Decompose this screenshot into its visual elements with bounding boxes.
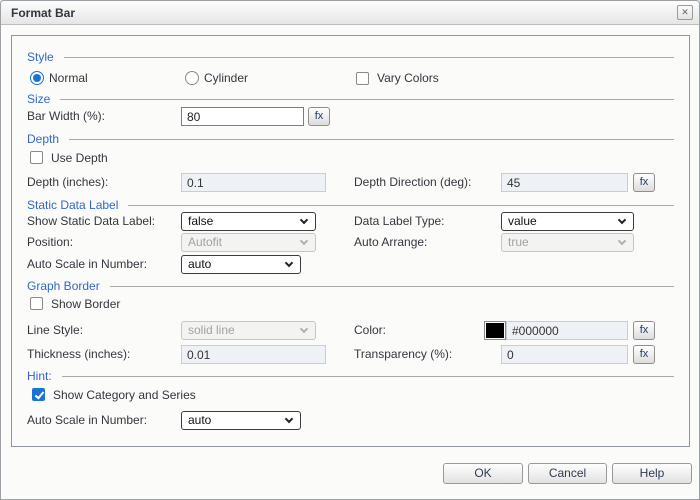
use-depth-label: Use Depth [51,151,108,165]
chevron-down-icon [617,215,627,225]
section-label: Graph Border [27,279,100,293]
bar-width-input[interactable] [181,107,304,126]
help-button[interactable]: Help [612,463,692,484]
radio-normal-label: Normal [49,71,88,85]
section-label: Depth [27,132,60,146]
position-label: Position: [27,235,74,249]
use-depth-checkbox[interactable] [30,151,43,164]
section-label: Size [27,92,51,106]
dialog-title: Format Bar [11,6,76,20]
section-divider [109,285,674,287]
hint-auto-scale-select[interactable]: auto [181,411,301,430]
show-category-series-checkbox[interactable] [32,388,45,401]
select-value: solid line [188,323,235,337]
section-heading-hint: Hint: [27,369,674,383]
depth-direction-fx-button[interactable]: fx [633,173,655,192]
section-heading-graph-border: Graph Border [27,279,674,293]
color-swatch[interactable] [484,321,506,340]
section-divider [61,375,674,377]
section-heading-size: Size [27,92,674,106]
chevron-down-icon [299,236,309,246]
select-value: Autofit [188,235,223,249]
section-label: Hint: [27,369,52,383]
chevron-down-icon [299,215,309,225]
bar-width-fx-button[interactable]: fx [308,107,330,126]
section-divider [69,138,674,140]
auto-arrange-label: Auto Arrange: [354,235,428,249]
chevron-down-icon [284,414,294,424]
color-value-input [506,321,628,340]
vary-colors-checkbox[interactable] [356,72,369,85]
chevron-down-icon [284,258,294,268]
show-static-data-label-select[interactable]: false [181,212,316,231]
thickness-label: Thickness (inches): [27,347,131,361]
close-icon[interactable]: ✕ [677,5,693,20]
chevron-down-icon [299,324,309,334]
section-label: Static Data Label [27,198,119,212]
auto-arrange-select: true [501,233,634,252]
section-heading-static-data-label: Static Data Label [27,198,674,212]
data-label-type-label: Data Label Type: [354,214,445,228]
cancel-button[interactable]: Cancel [528,463,607,484]
line-style-label: Line Style: [27,323,84,337]
auto-scale-label: Auto Scale in Number: [27,257,148,271]
depth-inches-input [181,173,326,192]
section-heading-depth: Depth [27,132,674,146]
color-label: Color: [354,323,387,337]
select-value: false [188,214,214,228]
thickness-input [181,345,326,364]
vary-colors-label: Vary Colors [377,71,439,85]
transparency-label: Transparency (%): [354,347,453,361]
section-divider [128,204,674,206]
select-value: auto [188,413,212,427]
show-static-data-label-label: Show Static Data Label: [27,214,156,228]
depth-direction-label: Depth Direction (deg): [354,175,472,189]
show-border-checkbox[interactable] [30,297,43,310]
color-fx-button[interactable]: fx [633,321,655,340]
section-divider [60,98,674,100]
show-border-label: Show Border [51,297,121,311]
radio-normal[interactable] [30,71,44,85]
data-label-type-select[interactable]: value [501,212,634,231]
select-value: true [508,235,529,249]
chevron-down-icon [617,236,627,246]
ok-button[interactable]: OK [443,463,523,484]
transparency-fx-button[interactable]: fx [633,345,655,364]
bar-width-label: Bar Width (%): [27,109,106,123]
select-value: value [508,214,537,228]
position-select: Autofit [181,233,316,252]
line-style-select: solid line [181,321,316,340]
section-divider [63,56,674,58]
dialog-titlebar: Format Bar ✕ [1,1,699,25]
section-heading-style: Style [27,50,674,64]
auto-scale-select[interactable]: auto [181,255,301,274]
depth-direction-input [501,173,628,192]
select-value: auto [188,257,212,271]
hint-auto-scale-label: Auto Scale in Number: [27,413,148,427]
format-bar-dialog: Format Bar ✕ Style Normal Cylinder Vary … [0,0,700,500]
show-category-series-label: Show Category and Series [53,388,196,402]
radio-cylinder[interactable] [185,71,199,85]
section-label: Style [27,50,54,64]
depth-inches-label: Depth (inches): [27,175,109,189]
transparency-input [501,345,628,364]
radio-cylinder-label: Cylinder [204,71,249,85]
